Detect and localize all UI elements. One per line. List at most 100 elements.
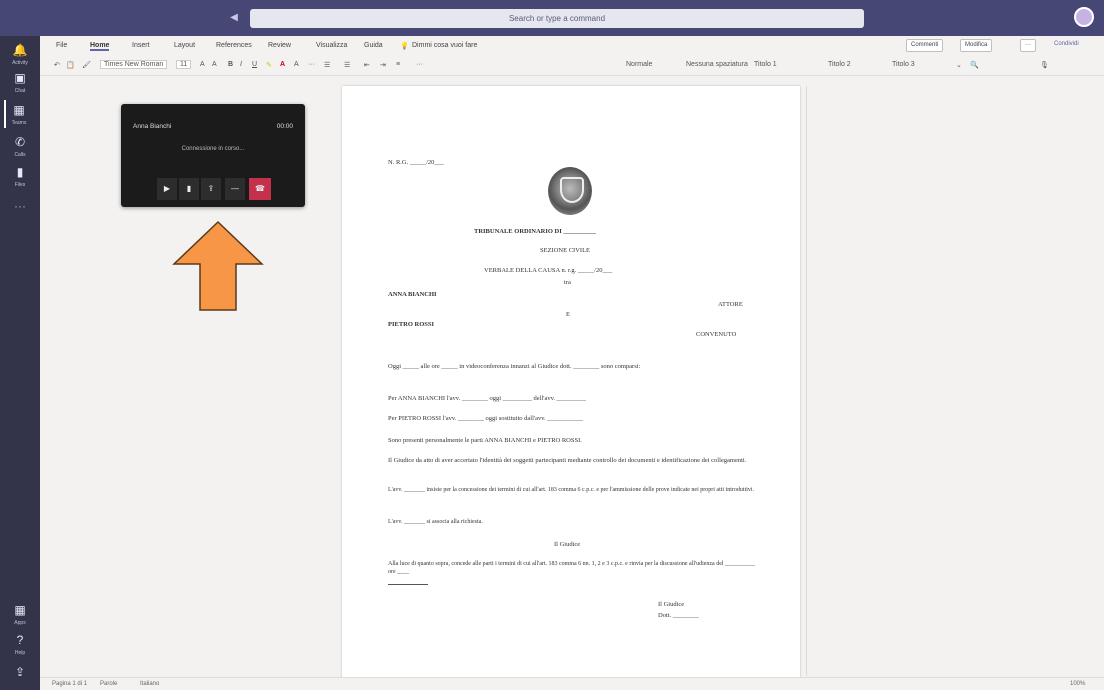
style-no-spacing[interactable]: Nessuna spaziatura [686, 61, 748, 68]
avatar[interactable] [1074, 7, 1094, 27]
mic-button[interactable]: ▮ [179, 178, 199, 200]
rail-teams[interactable]: ▦ Teams [4, 100, 32, 128]
find-icon[interactable]: 🔍 [970, 61, 979, 69]
section-name: SEZIONE CIVILE [540, 247, 591, 254]
rail-help-label: Help [14, 650, 26, 656]
hangup-icon: ☎ [255, 184, 265, 193]
style-normal[interactable]: Normale [626, 61, 652, 68]
share-button[interactable]: Condividi [1050, 39, 1083, 52]
paragraph-2b: Per PIETRO ROSSI l'avv. ________ oggi so… [388, 415, 584, 422]
highlight-icon[interactable]: ✎ [266, 61, 272, 69]
tab-layout[interactable]: Layout [174, 42, 195, 49]
language[interactable]: Italiano [140, 681, 159, 687]
tab-review[interactable]: Review [268, 42, 291, 49]
styles-more-icon[interactable]: ⌄ [956, 61, 962, 69]
bold-button[interactable]: B [228, 61, 233, 68]
phone-icon: ✆ [14, 135, 26, 149]
style-heading-3[interactable]: Titolo 3 [892, 61, 915, 68]
paragraph-7: Alla luce di quanto sopra, concede alle … [388, 561, 756, 575]
page-edge-divider [806, 86, 807, 676]
word-count: Parole [100, 681, 118, 687]
tab-help[interactable]: Guida [364, 42, 383, 49]
comments-button[interactable]: Commenti [906, 39, 944, 52]
italic-button[interactable]: I [240, 61, 242, 68]
dictate-icon[interactable]: 🎙 [1040, 61, 1049, 69]
rail-apps[interactable]: ▦ Apps [6, 600, 34, 628]
more-apps-icon[interactable]: ··· [6, 196, 34, 224]
call-timer: 00:00 [276, 123, 293, 130]
defendant-name: PIETRO ROSSI [388, 321, 435, 328]
share-screen-button[interactable]: ⇪ [201, 178, 221, 200]
between-label: tra [564, 279, 571, 286]
paragraph-more-icon[interactable]: ··· [416, 61, 423, 68]
outdent-icon[interactable]: ⇤ [364, 61, 370, 69]
rail-files[interactable]: ▮ Files [6, 162, 34, 190]
tab-insert[interactable]: Insert [132, 42, 150, 49]
defendant-role: CONVENUTO [696, 331, 737, 338]
chat-icon: ▣ [14, 71, 26, 85]
rail-chat[interactable]: ▣ Chat [6, 68, 34, 96]
mic-icon: ▮ [186, 184, 192, 193]
status-bar: Pagina 1 di 1 Parole Italiano 100% [40, 677, 1104, 690]
style-heading-1[interactable]: Titolo 1 [754, 61, 777, 68]
zoom-level[interactable]: 100% [1070, 681, 1085, 687]
camera-button[interactable]: ▶ [157, 178, 177, 200]
format-painter-icon[interactable]: 🖌 [82, 61, 91, 69]
hearing-title: VERBALE DELLA CAUSA n. r.g. _____/20___ [484, 267, 613, 274]
upload-icon[interactable]: ⇪ [6, 662, 34, 690]
rail-calls[interactable]: ✆ Calls [6, 132, 34, 160]
paste-icon[interactable]: 📋 [66, 61, 75, 69]
rg-number: N. R.G. _____/20___ [388, 159, 445, 166]
back-arrow-icon[interactable]: ◀ [228, 12, 240, 24]
font-size-select[interactable]: 11 [176, 60, 192, 69]
indent-icon[interactable]: ⇥ [380, 61, 386, 69]
rail-calls-label: Calls [14, 152, 26, 158]
call-window[interactable]: Anna Bianchi 00:00 Connessione in corso.… [121, 104, 305, 207]
more-options-button[interactable]: — [225, 178, 245, 200]
more-button[interactable]: ··· [1020, 39, 1036, 52]
style-heading-2[interactable]: Titolo 2 [828, 61, 851, 68]
tab-home[interactable]: Home [90, 42, 110, 51]
camera-icon: ▶ [163, 184, 171, 193]
rail-files-label: Files [14, 182, 26, 188]
rail-help[interactable]: ? Help [6, 630, 34, 658]
clear-format-icon[interactable]: A [294, 61, 299, 68]
grow-font-icon[interactable]: A [200, 61, 205, 68]
share-screen-icon: ⇪ [207, 184, 215, 193]
rail-activity-label: Activity [12, 60, 28, 66]
numbering-icon[interactable]: ☰ [344, 61, 350, 69]
bullets-icon[interactable]: ☰ [324, 61, 330, 69]
tab-view[interactable]: Visualizza [316, 42, 347, 49]
align-icon[interactable]: ≡ [396, 61, 400, 68]
plaintiff-name: ANNA BIANCHI [388, 291, 437, 298]
font-name-select[interactable]: Times New Roman [100, 60, 168, 69]
paragraph-1: Oggi _____ alle ore _____ in videoconfer… [388, 363, 641, 370]
apps-icon: ▦ [14, 603, 26, 617]
hangup-button[interactable]: ☎ [249, 178, 271, 200]
help-icon: ? [16, 633, 24, 647]
undo-icon[interactable]: ↶ [54, 61, 60, 69]
page-count: Pagina 1 di 1 [52, 681, 88, 687]
plaintiff-role: ATTORE [718, 301, 743, 308]
rail-teams-label: Teams [11, 120, 27, 126]
tab-file[interactable]: File [56, 42, 67, 49]
signature-name: Dott. ________ [658, 612, 699, 619]
bell-icon: 🔔 [12, 43, 28, 57]
tab-references[interactable]: References [216, 42, 252, 49]
paragraph-3: Sono presenti personalmente le parti ANN… [388, 437, 582, 444]
more-format-icon[interactable]: ··· [308, 61, 315, 68]
font-color-icon[interactable]: A [280, 61, 285, 68]
call-contact-name: Anna Bianchi [133, 123, 172, 130]
underline-button[interactable]: U [252, 61, 257, 68]
signature-title: Il Giudice [658, 601, 685, 608]
paragraph-5: L'avv. _______ insiste per la concession… [388, 487, 755, 493]
ribbon-toolbar: ↶ 📋 🖌 Times New Roman 11 A A B I U ✎ A A… [40, 56, 1104, 76]
search-input[interactable]: Search or type a command [250, 9, 864, 28]
editing-button[interactable]: Modifica [960, 39, 993, 52]
orange-arrow-annotation [172, 220, 264, 311]
rail-activity[interactable]: 🔔 Activity [6, 40, 34, 68]
ribbon-tabs: File Home Insert Layout References Revie… [40, 36, 1104, 56]
tell-me-input[interactable]: Dimmi cosa vuoi fare [412, 42, 477, 49]
shrink-font-icon[interactable]: A [212, 61, 217, 68]
rail-chat-label: Chat [14, 88, 26, 94]
